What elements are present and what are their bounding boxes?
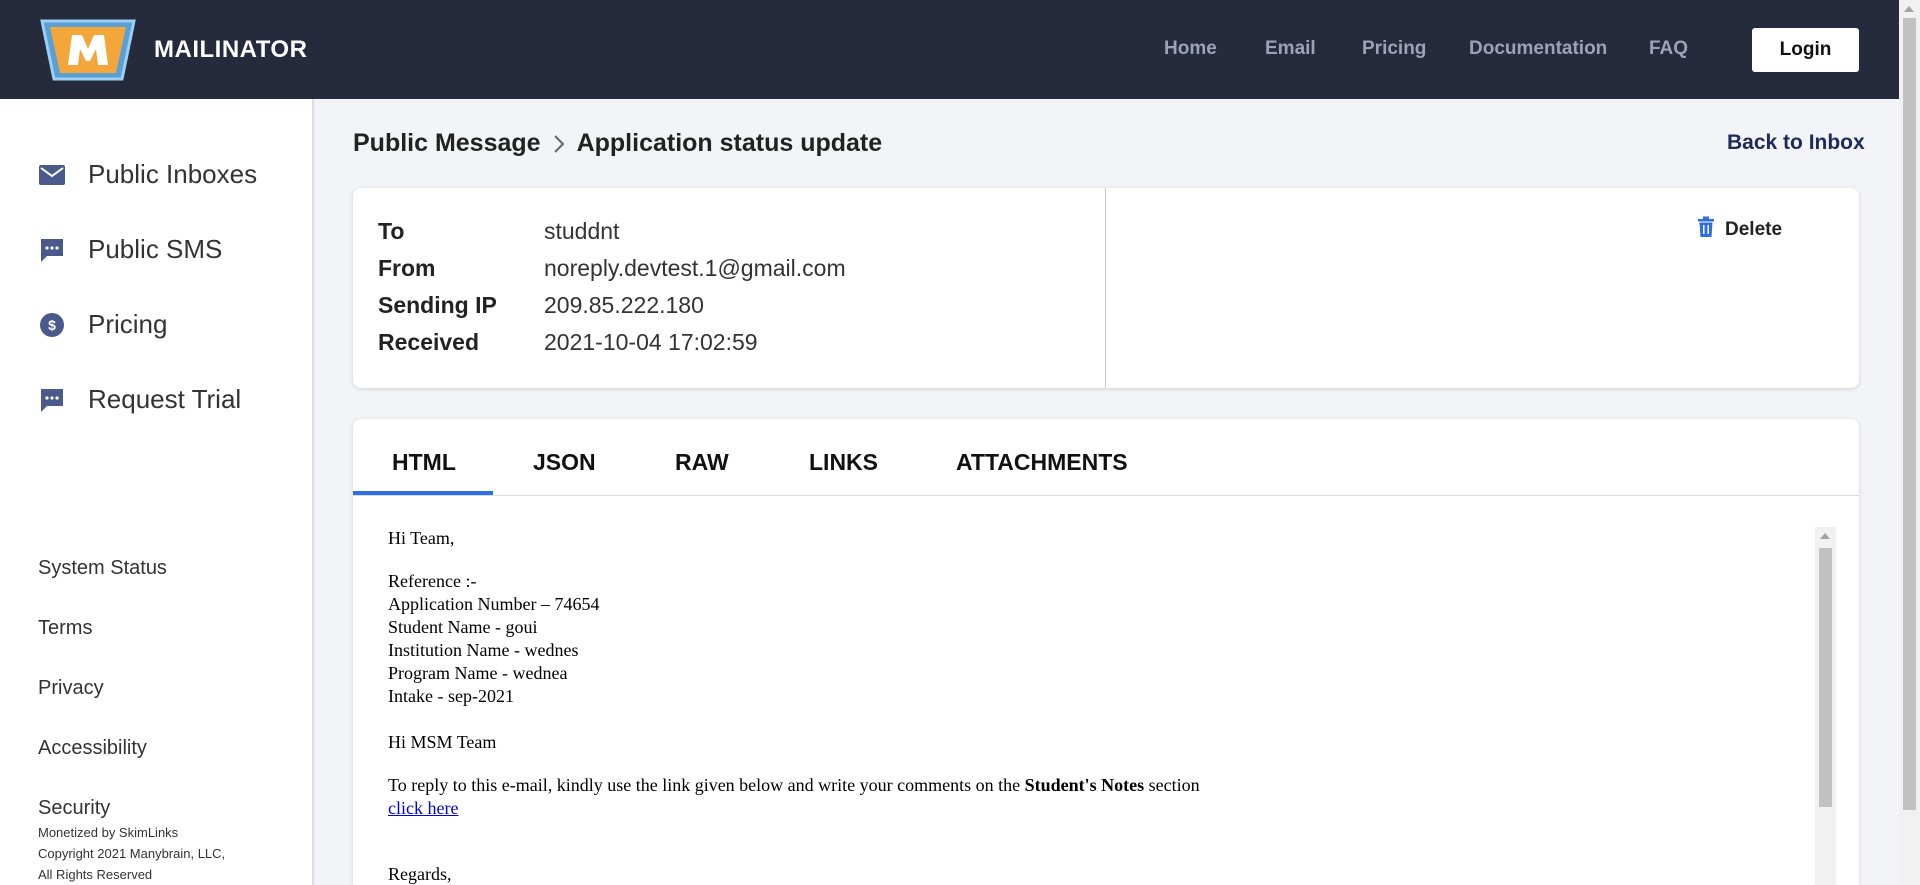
sidebar-item-label: Public Inboxes (88, 159, 258, 189)
rights-note: All Rights Reserved (38, 867, 153, 882)
tab-attachments[interactable]: ATTACHMENTS (956, 449, 1128, 476)
meta-row-sending-ip: Sending IP 209.85.222.180 (378, 292, 704, 319)
delete-label: Delete (1725, 218, 1783, 240)
meta-value: studdnt (544, 218, 620, 244)
meta-divider (1105, 188, 1106, 388)
footer-link-security[interactable]: Security (38, 797, 110, 820)
email-institution-name: Institution Name - wednes (388, 640, 579, 660)
footer-link-privacy[interactable]: Privacy (38, 677, 104, 700)
meta-value: noreply.devtest.1@gmail.com (544, 255, 846, 281)
meta-value: 209.85.222.180 (544, 292, 704, 318)
svg-text:$: $ (48, 317, 56, 333)
meta-row-to: To studdnt (378, 218, 619, 245)
scroll-up-arrow-icon[interactable] (1904, 6, 1914, 12)
email-reply-text: To reply to this e-mail, kindly use the … (388, 775, 1021, 795)
tab-links[interactable]: LINKS (809, 449, 878, 476)
brand-name[interactable]: MAILINATOR (154, 36, 307, 64)
email-program-name: Program Name - wednea (388, 663, 568, 683)
email-application-number: Application Number – 74654 (388, 594, 600, 614)
tab-json[interactable]: JSON (533, 449, 596, 476)
footer-link-terms[interactable]: Terms (38, 617, 92, 640)
login-button[interactable]: Login (1752, 28, 1859, 72)
email-reply-end: section (1148, 775, 1200, 795)
email-intake: Intake - sep-2021 (388, 686, 514, 706)
sidebar-item-public-sms[interactable]: Public SMS (38, 234, 222, 265)
message-content-card: HTML JSON RAW LINKS ATTACHMENTS Hi Team,… (353, 419, 1859, 885)
meta-key: Sending IP (378, 292, 497, 318)
envelope-icon (38, 161, 66, 189)
dollar-circle-icon: $ (38, 311, 66, 339)
email-student-name: Student Name - goui (388, 617, 538, 637)
nav-documentation[interactable]: Documentation (1469, 38, 1607, 60)
scrollbar-thumb[interactable] (1819, 548, 1832, 807)
message-meta-card: To studdnt From noreply.devtest.1@gmail.… (353, 188, 1859, 388)
email-body-scrollbar[interactable] (1815, 527, 1836, 885)
meta-key: Received (378, 329, 480, 355)
meta-row-from: From noreply.devtest.1@gmail.com (378, 255, 846, 282)
chat-icon (38, 386, 66, 414)
nav-faq[interactable]: FAQ (1649, 38, 1688, 60)
breadcrumb: Public Message Application status update (353, 129, 882, 158)
sidebar-item-label: Public SMS (88, 234, 223, 264)
footer-link-accessibility[interactable]: Accessibility (38, 737, 147, 760)
back-to-inbox-link[interactable]: Back to Inbox (1727, 131, 1865, 155)
footer-link-system-status[interactable]: System Status (38, 557, 167, 580)
meta-key: From (378, 255, 436, 281)
active-tab-indicator (353, 491, 493, 495)
email-reference: Reference :- (388, 571, 477, 591)
chat-icon (38, 236, 66, 264)
nav-home[interactable]: Home (1164, 38, 1217, 60)
breadcrumb-current: Application status update (576, 129, 883, 157)
tab-raw[interactable]: RAW (675, 449, 729, 476)
copyright-note: Copyright 2021 Manybrain, LLC, (38, 846, 226, 861)
nav-pricing[interactable]: Pricing (1362, 38, 1426, 60)
monetized-note: Monetized by SkimLinks (38, 825, 179, 840)
email-link-line: click here (388, 797, 458, 820)
chevron-right-icon (553, 134, 565, 154)
email-regards: Regards, (388, 864, 452, 884)
email-greeting: Hi Team, (388, 528, 455, 548)
meta-key: To (378, 218, 405, 244)
message-tabs: HTML JSON RAW LINKS ATTACHMENTS (353, 419, 1859, 496)
sidebar-item-label: Request Trial (88, 384, 242, 414)
sidebar-item-public-inboxes[interactable]: Public Inboxes (38, 159, 257, 190)
top-header: MAILINATOR Home Email Pricing Documentat… (0, 0, 1920, 99)
sidebar-item-request-trial[interactable]: Request Trial (38, 384, 241, 415)
meta-row-received: Received 2021-10-04 17:02:59 (378, 329, 758, 356)
sidebar: Public Inboxes Public SMS $ Pricing Requ… (0, 99, 314, 885)
sidebar-item-label: Pricing (88, 309, 168, 339)
page-scrollbar[interactable] (1899, 0, 1920, 885)
scroll-up-arrow-icon[interactable] (1820, 533, 1830, 539)
email-msm-greeting: Hi MSM Team (388, 732, 497, 752)
scrollbar-thumb[interactable] (1903, 18, 1916, 810)
trash-icon (1697, 216, 1715, 243)
meta-value: 2021-10-04 17:02:59 (544, 329, 758, 355)
mailinator-logo[interactable] (40, 19, 136, 81)
delete-button[interactable]: Delete (1697, 216, 1782, 243)
tab-html[interactable]: HTML (392, 449, 456, 476)
breadcrumb-parent[interactable]: Public Message (353, 129, 541, 158)
sidebar-item-pricing[interactable]: $ Pricing (38, 309, 167, 340)
email-reply-bold: Student's Notes (1024, 775, 1145, 795)
nav-email[interactable]: Email (1265, 38, 1316, 60)
click-here-link[interactable]: click here (388, 798, 458, 818)
email-reply-line: To reply to this e-mail, kindly use the … (388, 774, 1200, 797)
